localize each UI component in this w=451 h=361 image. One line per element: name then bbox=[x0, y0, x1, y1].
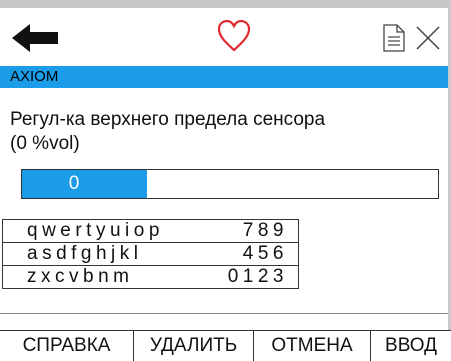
keyboard-letter-keys[interactable]: qwertyuiop bbox=[27, 220, 164, 242]
toolbar bbox=[0, 8, 448, 66]
setting-description: Регул-ка верхнего предела сенсора (0 %vo… bbox=[10, 108, 440, 156]
heart-icon[interactable] bbox=[208, 12, 260, 60]
top-frame-strip bbox=[0, 0, 451, 8]
close-icon[interactable] bbox=[410, 18, 446, 58]
keyboard-row: asdfghjkl 456 bbox=[2, 243, 299, 266]
softkey-bar: СПРАВКА УДАЛИТЬ ОТМЕНА ВВОД bbox=[0, 330, 451, 361]
help-button[interactable]: СПРАВКА bbox=[0, 330, 133, 361]
keyboard-letter-keys[interactable]: zxcvbnm bbox=[27, 266, 133, 288]
cancel-button[interactable]: ОТМЕНА bbox=[253, 330, 370, 361]
on-screen-keyboard: qwertyuiop 789 asdfghjkl 456 zxcvbnm 012… bbox=[2, 219, 299, 289]
enter-button[interactable]: ВВОД bbox=[370, 330, 451, 361]
delete-button[interactable]: УДАЛИТЬ bbox=[133, 330, 253, 361]
document-icon[interactable] bbox=[376, 18, 412, 58]
keyboard-letter-keys[interactable]: asdfghjkl bbox=[27, 243, 143, 265]
setting-description-line1: Регул-ка верхнего предела сенсора bbox=[10, 109, 326, 130]
keyboard-row: qwertyuiop 789 bbox=[2, 220, 299, 243]
back-arrow-icon[interactable] bbox=[10, 16, 62, 60]
section-header: AXIOM bbox=[0, 66, 448, 88]
keyboard-digit-keys[interactable]: 0123 bbox=[228, 266, 288, 288]
keyboard-row: zxcvbnm 0123 bbox=[2, 266, 299, 289]
setting-description-line2: (0 %vol) bbox=[10, 133, 80, 154]
value-bar[interactable]: 0 bbox=[21, 169, 439, 199]
value-bar-label: 0 bbox=[68, 173, 80, 194]
keyboard-digit-keys[interactable]: 789 bbox=[243, 220, 288, 242]
keyboard-digit-keys[interactable]: 456 bbox=[243, 243, 288, 265]
divider bbox=[0, 313, 448, 314]
